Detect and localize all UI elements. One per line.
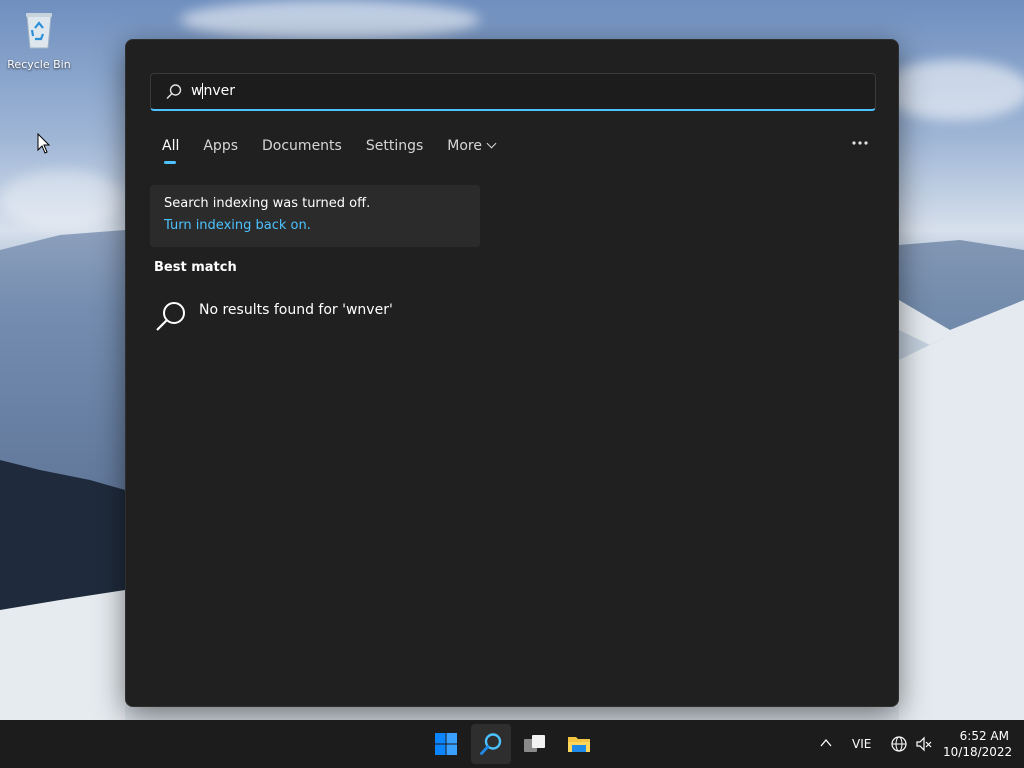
tab-apps[interactable]: Apps xyxy=(203,136,238,166)
indexing-notice-message: Search indexing was turned off. xyxy=(164,196,371,211)
recycle-bin-icon xyxy=(26,13,52,49)
search-icon xyxy=(480,733,502,755)
search-filter-tabs: All Apps Documents Settings More xyxy=(162,136,519,166)
taskbar: VIE 6:52 AM 10/18/2022 xyxy=(0,720,1024,768)
folder-icon xyxy=(568,737,590,752)
no-results-item: No results found for 'wnver' xyxy=(154,298,474,334)
taskbar-search-button[interactable] xyxy=(471,724,511,764)
tab-more[interactable]: More xyxy=(447,136,497,166)
tab-documents[interactable]: Documents xyxy=(262,136,342,166)
file-explorer-button[interactable] xyxy=(559,724,599,764)
mouse-cursor-icon xyxy=(37,133,51,154)
turn-indexing-on-link[interactable]: Turn indexing back on. xyxy=(164,218,311,233)
search-panel: wnver All Apps Documents Settings More S… xyxy=(125,39,899,707)
desktop-icon-recycle-bin[interactable]: Recycle Bin xyxy=(6,10,72,71)
search-icon xyxy=(166,84,182,100)
search-icon xyxy=(156,302,185,331)
chevron-down-icon xyxy=(486,138,497,149)
network-globe-icon[interactable] xyxy=(890,735,908,753)
task-view-button[interactable] xyxy=(515,724,555,764)
more-options-icon[interactable] xyxy=(848,133,872,153)
tab-all[interactable]: All xyxy=(162,136,179,166)
search-input[interactable]: wnver xyxy=(150,73,876,111)
clock-time: 6:52 AM xyxy=(959,729,1009,743)
windows-logo-icon xyxy=(435,733,457,755)
start-button[interactable] xyxy=(426,724,466,764)
desktop-icon-label: Recycle Bin xyxy=(7,58,71,71)
volume-muted-icon[interactable] xyxy=(915,735,933,753)
input-language-indicator[interactable]: VIE xyxy=(852,737,871,751)
show-hidden-icons-chevron-up-icon[interactable] xyxy=(820,737,832,749)
tab-settings[interactable]: Settings xyxy=(366,136,423,166)
search-query-text: wnver xyxy=(191,83,235,99)
no-results-text: No results found for 'wnver' xyxy=(199,302,393,318)
task-view-icon xyxy=(524,735,545,752)
clock-date: 10/18/2022 xyxy=(943,745,1013,759)
best-match-heading: Best match xyxy=(154,260,237,275)
indexing-notice: Search indexing was turned off. Turn ind… xyxy=(150,185,480,247)
clock[interactable]: 6:52 AM 10/18/2022 xyxy=(943,728,1013,760)
